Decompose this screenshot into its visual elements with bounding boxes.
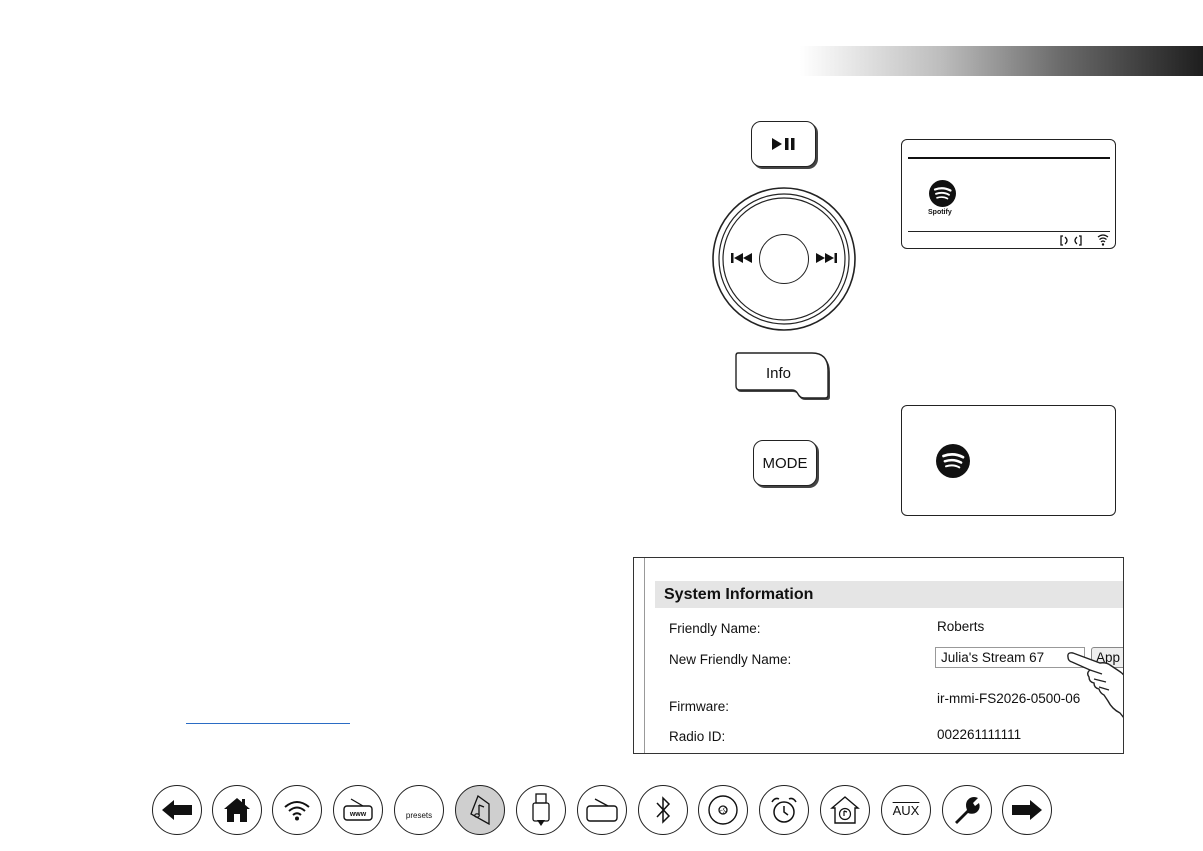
settings-button[interactable] bbox=[942, 785, 992, 835]
usb-button[interactable] bbox=[516, 785, 566, 835]
header-gradient-bar bbox=[800, 46, 1203, 76]
firmware-value: ir-mmi-FS2026-0500-06 bbox=[937, 691, 1081, 706]
display-top-line bbox=[908, 157, 1110, 159]
forward-button[interactable] bbox=[1002, 785, 1052, 835]
display-bottom-line bbox=[908, 231, 1110, 232]
hyperlink-underline[interactable] bbox=[186, 723, 350, 724]
radio-icon bbox=[586, 798, 618, 822]
screenshot-left-border bbox=[644, 558, 645, 753]
info-button-label: Info bbox=[766, 365, 792, 382]
radio-display-playing: Spotify bbox=[901, 139, 1116, 249]
bluetooth-button[interactable] bbox=[638, 785, 688, 835]
svg-text:www: www bbox=[349, 811, 367, 818]
cd-icon: CD bbox=[708, 795, 738, 825]
mode-button-label: MODE bbox=[762, 454, 808, 472]
wifi-button[interactable] bbox=[272, 785, 322, 835]
radio-display-info bbox=[901, 405, 1116, 516]
wrench-icon bbox=[955, 797, 980, 824]
presets-label: presets bbox=[405, 810, 433, 820]
friendly-name-label: Friendly Name: bbox=[669, 621, 761, 636]
home-icon bbox=[224, 798, 250, 822]
alarm-button[interactable] bbox=[759, 785, 809, 835]
radio-id-label: Radio ID: bbox=[669, 729, 726, 744]
web-interface-screenshot: System Information Friendly Name: Robert… bbox=[633, 557, 1124, 754]
home-music-button[interactable] bbox=[820, 785, 870, 835]
svg-text:CD: CD bbox=[719, 806, 730, 816]
back-button[interactable] bbox=[152, 785, 202, 835]
back-icon bbox=[162, 800, 192, 820]
spotify-logo-text: Spotify bbox=[928, 209, 952, 216]
home-music-icon bbox=[830, 796, 860, 824]
presets-button[interactable]: presets bbox=[394, 785, 444, 835]
aux-button[interactable]: AUX bbox=[881, 785, 931, 835]
play-pause-icon bbox=[771, 138, 794, 150]
friendly-name-value: Roberts bbox=[937, 619, 985, 634]
usb-icon bbox=[532, 793, 550, 826]
alarm-icon bbox=[771, 797, 797, 823]
music-player-button[interactable] bbox=[455, 785, 505, 835]
info-button[interactable]: Info bbox=[735, 352, 833, 402]
spotify-logo-icon-2 bbox=[936, 444, 970, 478]
mode-button[interactable]: MODE bbox=[753, 440, 817, 486]
music-player-icon bbox=[470, 795, 490, 825]
bluetooth-icon bbox=[656, 796, 671, 824]
select-button[interactable] bbox=[759, 234, 809, 284]
spotify-logo-icon bbox=[929, 180, 956, 207]
wifi-icon bbox=[284, 801, 310, 821]
forward-icon bbox=[1012, 800, 1042, 820]
radio-id-value: 002261111111 bbox=[937, 727, 1022, 742]
system-information-title: System Information bbox=[655, 581, 1123, 608]
new-friendly-name-label: New Friendly Name: bbox=[669, 652, 792, 667]
new-friendly-name-input[interactable]: Julia's Stream 67 bbox=[935, 647, 1085, 668]
internet-radio-icon: www bbox=[343, 798, 373, 821]
play-pause-button[interactable] bbox=[751, 121, 816, 167]
wifi-signal-icon bbox=[1097, 234, 1109, 246]
firmware-label: Firmware: bbox=[669, 699, 729, 714]
internet-radio-button[interactable]: www bbox=[333, 785, 383, 835]
pointing-hand-icon bbox=[1067, 652, 1123, 718]
next-track-icon[interactable] bbox=[815, 252, 837, 264]
previous-track-icon[interactable] bbox=[731, 252, 753, 264]
aux-label: AUX bbox=[892, 802, 920, 818]
navigation-dial[interactable] bbox=[711, 186, 857, 332]
radio-button[interactable] bbox=[577, 785, 627, 835]
stereo-icon bbox=[1060, 235, 1082, 246]
cd-button[interactable]: CD bbox=[698, 785, 748, 835]
home-button[interactable] bbox=[212, 785, 262, 835]
